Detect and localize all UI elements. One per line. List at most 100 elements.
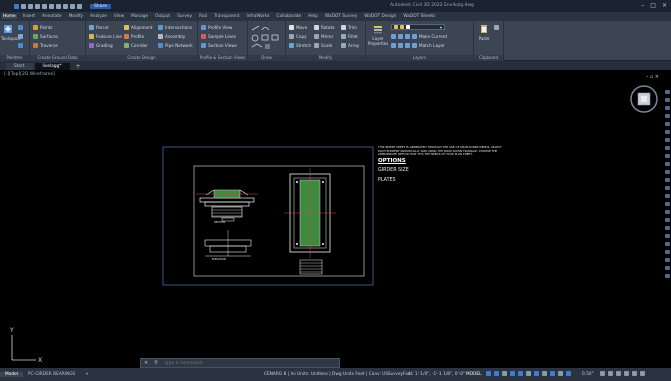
tool-19-icon[interactable] [665,274,670,278]
corridor-button[interactable]: Corridor [124,43,148,48]
tool-3-icon[interactable] [665,146,670,150]
layer-off-icon[interactable] [398,34,403,39]
tab-infraworks[interactable]: InfraWorks [245,14,270,19]
customize-icon[interactable] [640,371,645,376]
annotation-icon[interactable] [558,371,563,376]
tool-15-icon[interactable] [665,242,670,246]
otrack-icon[interactable] [526,371,531,376]
tool-13-icon[interactable] [665,226,670,230]
snap-icon[interactable] [494,371,499,376]
match-layer-label[interactable]: Match Layer [419,43,445,48]
tool-5-icon[interactable] [665,162,670,166]
tool-8-icon[interactable] [665,186,670,190]
lineweight-icon[interactable] [534,371,539,376]
paste-button[interactable]: Paste [477,24,491,41]
move-button[interactable]: Move [289,25,307,30]
grading-button[interactable]: Grading [89,43,113,48]
tab-annotate[interactable]: Annotate [41,14,63,19]
layer-lock-icon[interactable] [412,34,417,39]
make-current-label[interactable]: Make Current [419,34,447,39]
workspace-switch-icon[interactable] [566,371,571,376]
tool-7-icon[interactable] [665,178,670,182]
rotate-button[interactable]: Rotate [314,25,335,30]
tool-6-icon[interactable] [665,170,670,174]
add-layout-icon[interactable]: + [80,372,94,377]
layer-dropdown[interactable]: ▾ [391,24,445,30]
tab-wadot-survey[interactable]: WaDOT Survey [324,14,358,19]
save-as-icon[interactable] [42,3,47,9]
maximize-icon[interactable]: □ [650,2,656,9]
doc-tab-start[interactable]: Start [6,63,33,70]
new-tab-icon[interactable]: + [72,63,85,70]
tool-1-icon[interactable] [665,130,670,134]
open-icon[interactable] [28,3,33,9]
properties-icon[interactable] [18,25,23,30]
grid-icon[interactable] [486,371,491,376]
tab-insert[interactable]: Insert [22,14,36,19]
tool-17-icon[interactable] [665,258,670,262]
tool-12-icon[interactable] [665,218,670,222]
fillet-button[interactable]: Fillet [341,34,358,39]
drawing-canvas[interactable]: [-][Top][2D Wireframe] – ▫ × Y X THIS IN… [0,70,671,368]
tab-output[interactable]: Output [154,14,171,19]
tab-wadot-sheets[interactable]: WaDOT Sheets [402,14,436,19]
tab-home[interactable]: Home [2,14,17,19]
layer-unisolate-icon[interactable] [391,43,396,48]
layer-freeze-icon[interactable] [405,34,410,39]
intersections-button[interactable]: Intersections [158,25,192,30]
tool-10-icon[interactable] [665,202,670,206]
tab-layout-pc-girder[interactable]: PC-GIRDER BEARINGS [23,372,80,377]
close-icon[interactable]: × [662,2,667,9]
tab-analyze[interactable]: Analyze [89,14,108,19]
layer-thaw-icon[interactable] [405,43,410,48]
sample-lines-button[interactable]: Sample Lines [201,34,236,39]
tab-modify[interactable]: Modify [68,14,84,19]
zoom-icon[interactable] [665,106,670,110]
layer-on-icon[interactable] [398,43,403,48]
tool-18-icon[interactable] [665,266,670,270]
tool-11-icon[interactable] [665,210,670,214]
tool-2-icon[interactable] [665,138,670,142]
minimize-icon[interactable]: – [641,2,644,9]
copy-clip-icon[interactable] [494,25,499,30]
tab-rail[interactable]: Rail [198,14,208,19]
tool-14-icon[interactable] [665,234,670,238]
polar-icon[interactable] [510,371,515,376]
tab-survey[interactable]: Survey [176,14,193,19]
draw-tools-icon[interactable] [251,25,283,51]
layer-icon[interactable] [77,3,82,9]
pan-icon[interactable] [665,98,670,102]
close-command-icon[interactable]: × [141,360,151,366]
save-icon[interactable] [35,3,40,9]
tab-wadot-design[interactable]: WaDOT Design [363,14,397,19]
toolspace-button[interactable]: Toolspace [1,24,21,41]
doc-tab-drawing[interactable]: livelagg* [34,63,70,70]
stretch-button[interactable]: Stretch [289,43,311,48]
panorama-icon[interactable] [18,43,23,48]
profile-button[interactable]: Profile [124,34,144,39]
copy-button[interactable]: Copy [289,34,307,39]
tool-4-icon[interactable] [665,154,670,158]
gear-icon[interactable] [600,371,605,376]
layer-unlock-icon[interactable] [412,43,417,48]
transparency-icon[interactable] [542,371,547,376]
layer-palette-icon[interactable] [18,34,23,39]
customize-command-icon[interactable]: ⚲ [151,360,161,366]
showmotion-icon[interactable] [665,122,670,126]
hardware-acceleration-icon[interactable] [624,371,629,376]
alignment-button[interactable]: Alignment [124,25,152,30]
layer-isolate-icon[interactable] [391,34,396,39]
tab-collaborate[interactable]: Collaborate [275,14,302,19]
viewcube[interactable] [630,85,658,113]
array-button[interactable]: Array [341,43,359,48]
print-icon[interactable] [49,3,54,9]
parcel-button[interactable]: Parcel [89,25,109,30]
selection-cycling-icon[interactable] [550,371,555,376]
mirror-button[interactable]: Mirror [314,34,333,39]
assembly-button[interactable]: Assembly [158,34,185,39]
points-button[interactable]: Points [33,25,53,30]
isolate-objects-icon[interactable] [616,371,621,376]
tab-manage[interactable]: Manage [130,14,149,19]
workspace-icon[interactable] [70,3,75,9]
share-button[interactable]: Share [90,3,111,9]
